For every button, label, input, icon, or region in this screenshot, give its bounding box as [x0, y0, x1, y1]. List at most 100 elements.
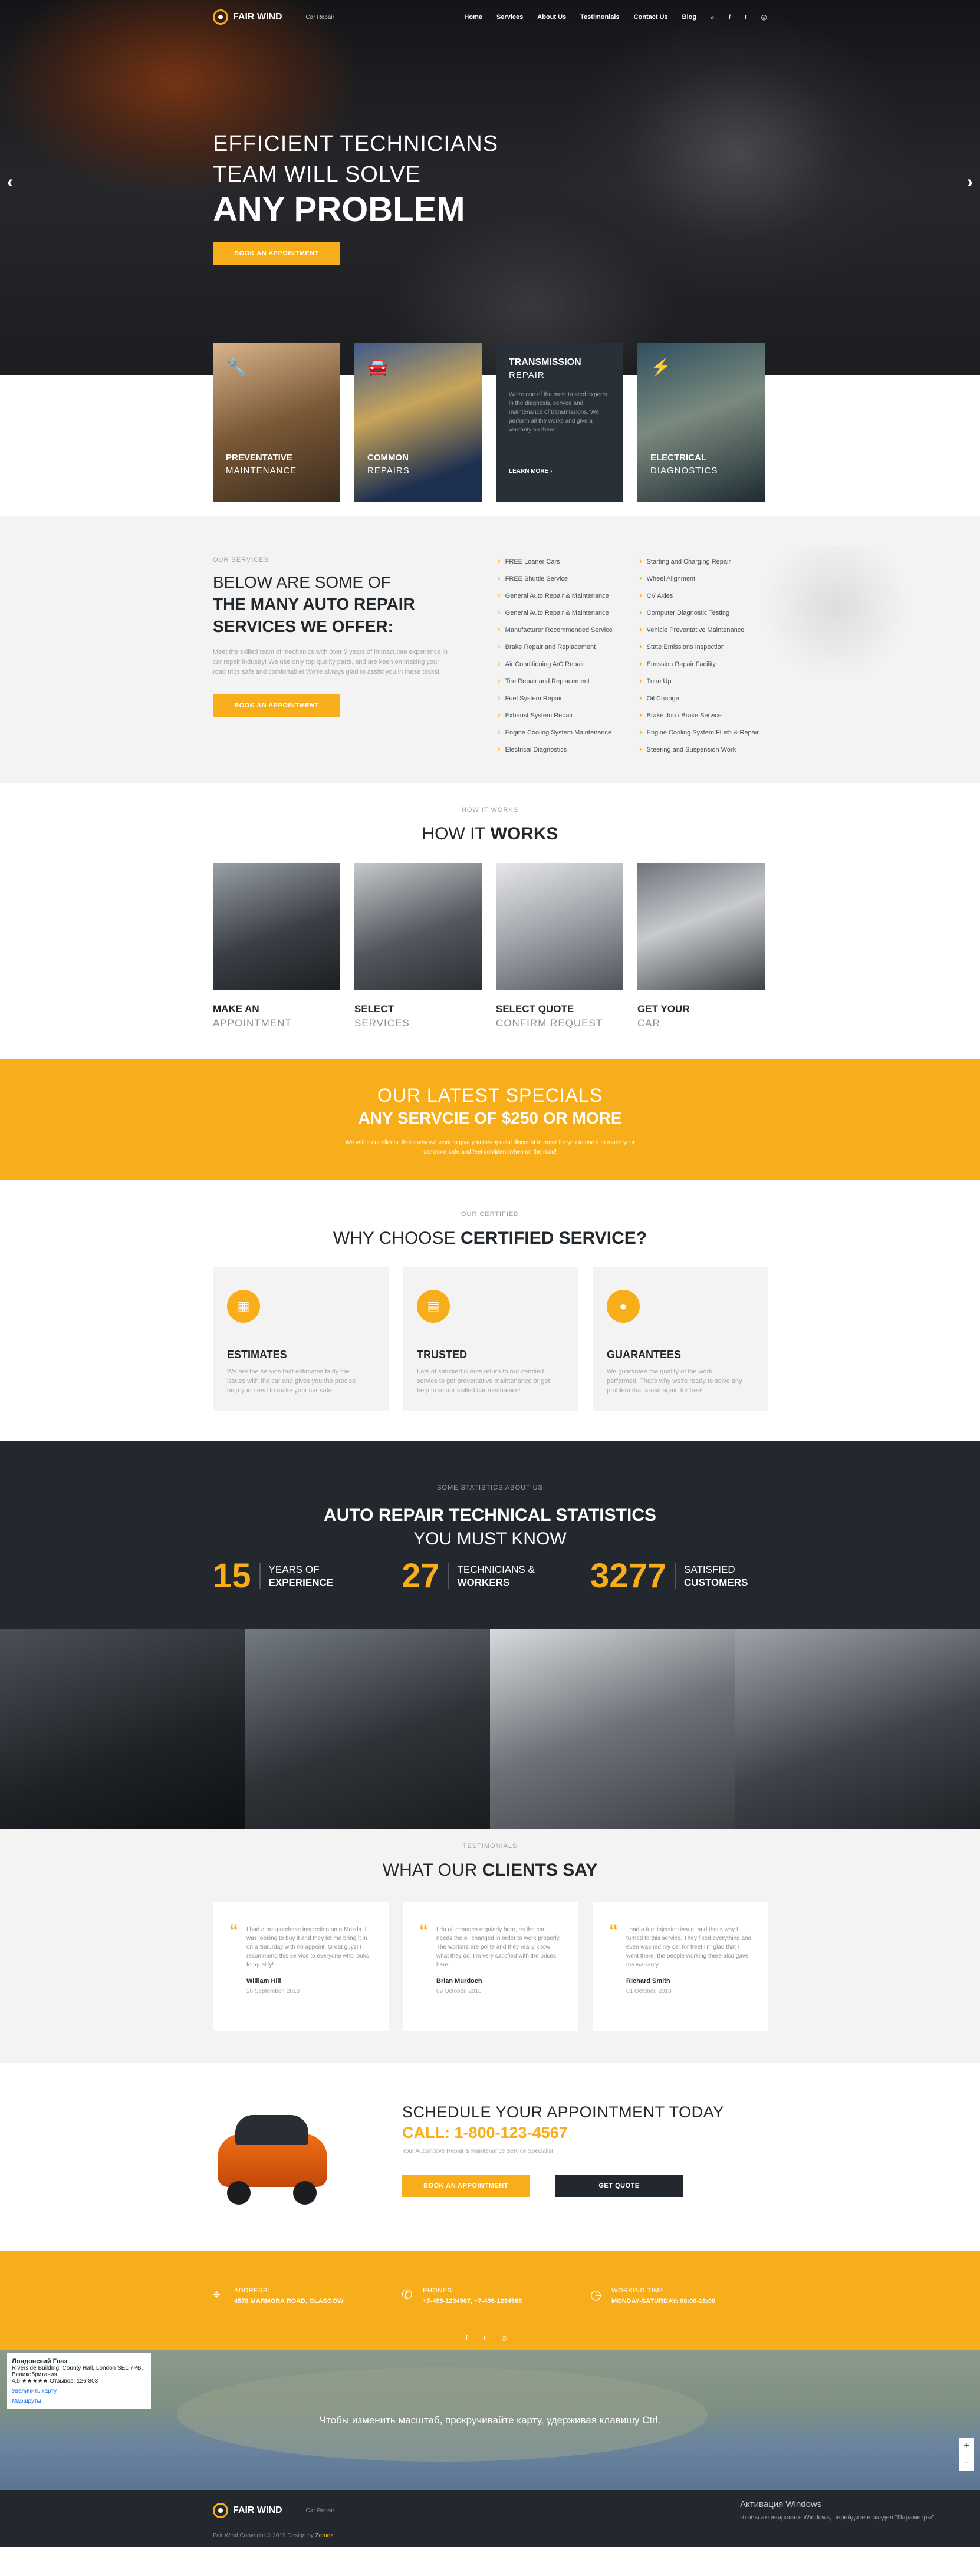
- slider-prev-icon[interactable]: ‹: [7, 172, 13, 192]
- tile-common-repairs[interactable]: 🚘 COMMON REPAIRS: [354, 343, 482, 502]
- step-select-quote[interactable]: SELECT QUOTE CONFIRM REQUEST: [496, 863, 623, 1029]
- service-item[interactable]: FREE Shuttle Service: [498, 570, 629, 587]
- map-info-card: Лондонский Глаз Riverside Building, Coun…: [7, 2353, 151, 2409]
- service-item[interactable]: Air Conditioning A/C Repair: [498, 655, 629, 673]
- service-item[interactable]: Brake Job / Brake Service: [639, 707, 770, 724]
- tile-subtitle: DIAGNOSTICS: [650, 466, 718, 476]
- designer-link[interactable]: Zemez: [315, 2532, 334, 2539]
- service-item[interactable]: Brake Repair and Replacement: [498, 638, 629, 655]
- twitter-icon[interactable]: t: [745, 13, 746, 21]
- testimonial-card: “ I had a fuel injection issue, and that…: [593, 1902, 768, 2031]
- tile-electrical-diagnostics[interactable]: ⚡ ELECTRICAL DIAGNOSTICS: [637, 343, 765, 502]
- zoom-in-button[interactable]: +: [959, 2438, 974, 2455]
- service-item[interactable]: Manufacturer Recommended Service: [498, 621, 629, 638]
- map-scroll-hint: Чтобы изменить масштаб, прокручивайте ка…: [319, 2414, 661, 2426]
- contact-social-icons[interactable]: f t ◎: [0, 2334, 980, 2342]
- service-item[interactable]: Engine Cooling System Maintenance: [498, 724, 629, 741]
- map-enlarge-link[interactable]: Увеличить карту: [12, 2388, 146, 2394]
- contact-label: PHONES:: [423, 2287, 455, 2294]
- map-place-address: Riverside Building, County Hall, London …: [12, 2365, 143, 2378]
- service-item[interactable]: CV Axles: [639, 587, 770, 604]
- services-list-2: Starting and Charging Repair Wheel Align…: [639, 553, 770, 758]
- service-item[interactable]: Steering and Suspension Work: [639, 741, 770, 758]
- get-quote-button[interactable]: GET QUOTE: [555, 2175, 683, 2197]
- nav-services[interactable]: Services: [496, 14, 523, 21]
- contact-label: ADDRESS:: [234, 2287, 270, 2294]
- testimonial-date: 01 October, 2018: [626, 1988, 672, 1995]
- step-select-services[interactable]: SELECT SERVICES: [354, 863, 482, 1029]
- testimonial-text: I do oil changes regularly here, as the …: [436, 1926, 561, 1968]
- service-item[interactable]: Exhaust System Repair: [498, 707, 629, 724]
- zoom-out-button[interactable]: −: [959, 2455, 974, 2471]
- service-item[interactable]: Wheel Alignment: [639, 570, 770, 587]
- service-item[interactable]: Oil Change: [639, 690, 770, 707]
- nav-about-us[interactable]: About Us: [537, 14, 566, 21]
- orange-car-image: [213, 2099, 331, 2211]
- stat-number: 15: [213, 1557, 251, 1595]
- service-item[interactable]: Emission Repair Facility: [639, 655, 770, 673]
- learn-more-link[interactable]: LEARN MORE ›: [509, 468, 552, 475]
- tile-transmission-repair[interactable]: TRANSMISSION REPAIR We're one of the mos…: [496, 343, 623, 502]
- tile-title: COMMON: [367, 453, 409, 463]
- instagram-icon[interactable]: ◎: [761, 13, 767, 21]
- service-item[interactable]: State Emissions Inspection: [639, 638, 770, 655]
- nav-home[interactable]: Home: [464, 14, 482, 21]
- services-heading-light: BELOW ARE SOME OF: [213, 573, 391, 591]
- stats-subheading: YOU MUST KNOW: [413, 1529, 567, 1549]
- service-item[interactable]: Starting and Charging Repair: [639, 553, 770, 570]
- search-icon[interactable]: ⌕: [711, 13, 715, 22]
- slider-next-icon[interactable]: ›: [967, 172, 973, 192]
- step-title: GET YOUR: [637, 1003, 690, 1014]
- step-subtitle: CONFIRM REQUEST: [496, 1017, 603, 1029]
- main-nav: Home Services About Us Testimonials Cont…: [464, 13, 767, 22]
- step-subtitle: CAR: [637, 1017, 660, 1029]
- card-title: GUARANTEES: [607, 1349, 682, 1361]
- step-subtitle: APPOINTMENT: [213, 1017, 292, 1029]
- facebook-icon[interactable]: f: [729, 13, 731, 21]
- map-directions-link[interactable]: Маршруты: [12, 2398, 146, 2404]
- stat-label-bold: WORKERS: [457, 1576, 510, 1588]
- service-item[interactable]: FREE Loaner Cars: [498, 553, 629, 570]
- service-item[interactable]: Engine Cooling System Flush & Repair: [639, 724, 770, 741]
- google-map[interactable]: Лондонский Глаз Riverside Building, Coun…: [0, 2350, 980, 2490]
- service-item[interactable]: General Auto Repair & Maintenance: [498, 587, 629, 604]
- logo-text: FAIR WIND: [233, 12, 282, 22]
- nav-blog[interactable]: Blog: [682, 14, 696, 21]
- step-make-appointment[interactable]: MAKE AN APPOINTMENT: [213, 863, 340, 1029]
- step-get-your-car[interactable]: GET YOUR CAR: [637, 863, 765, 1029]
- contact-value[interactable]: +7-495-1234567, +7-495-1234568: [423, 2298, 522, 2305]
- service-item[interactable]: Computer Diagnostic Testing: [639, 604, 770, 621]
- stat-label-bold: EXPERIENCE: [268, 1576, 334, 1588]
- service-item[interactable]: Fuel System Repair: [498, 690, 629, 707]
- stat-label: TECHNICIANS &: [457, 1563, 535, 1575]
- map-place-rating: 4,5 ★★★★★ Отзывов: 126 803: [12, 2378, 98, 2384]
- specials-banner: OUR LATEST SPECIALS ANY SERVCIE OF $250 …: [0, 1059, 980, 1180]
- nav-contact-us[interactable]: Contact Us: [634, 14, 668, 21]
- service-item[interactable]: General Auto Repair & Maintenance: [498, 604, 629, 621]
- tile-subtitle: MAINTENANCE: [226, 466, 297, 476]
- service-item[interactable]: Vehicle Preventative Maintenance: [639, 621, 770, 638]
- tile-preventative-maintenance[interactable]: 🔧 PREVENTATIVE MAINTENANCE: [213, 343, 340, 502]
- service-item[interactable]: Electrical Diagnostics: [498, 741, 629, 758]
- services-list-1: FREE Loaner Cars FREE Shuttle Service Ge…: [498, 553, 629, 758]
- stat-label: SATISFIED: [684, 1563, 735, 1575]
- badge-icon: ●: [607, 1290, 640, 1323]
- tile-subtitle: REPAIRS: [367, 466, 410, 476]
- quote-icon: “: [229, 1921, 238, 1941]
- clock-icon: ◷: [590, 2287, 602, 2302]
- footer-logo[interactable]: FAIR WIND: [213, 2503, 282, 2518]
- service-item[interactable]: Tire Repair and Replacement: [498, 673, 629, 690]
- schedule-phone[interactable]: CALL: 1-800-123-4567: [402, 2124, 724, 2142]
- services-book-button[interactable]: BOOK AN APPOINTMENT: [213, 694, 340, 717]
- testimonial-text: I had a pre-purchase inspection on a Maz…: [246, 1926, 369, 1968]
- hero-text: EFFICIENT TECHNICIANS TEAM WILL SOLVE AN…: [213, 129, 498, 265]
- service-item[interactable]: Tune Up: [639, 673, 770, 690]
- tile-title: TRANSMISSION: [509, 357, 581, 367]
- logo[interactable]: FAIR WIND: [213, 9, 282, 25]
- testimonial-name: William Hill: [246, 1978, 281, 1985]
- hero-book-button[interactable]: BOOK AN APPOINTMENT: [213, 242, 340, 265]
- card-title: ESTIMATES: [227, 1349, 287, 1361]
- services-heading-bold-2: SERVICES WE OFFER:: [213, 617, 393, 635]
- nav-testimonials[interactable]: Testimonials: [580, 14, 619, 21]
- schedule-book-button[interactable]: BOOK AN APPOINTMENT: [402, 2175, 530, 2197]
